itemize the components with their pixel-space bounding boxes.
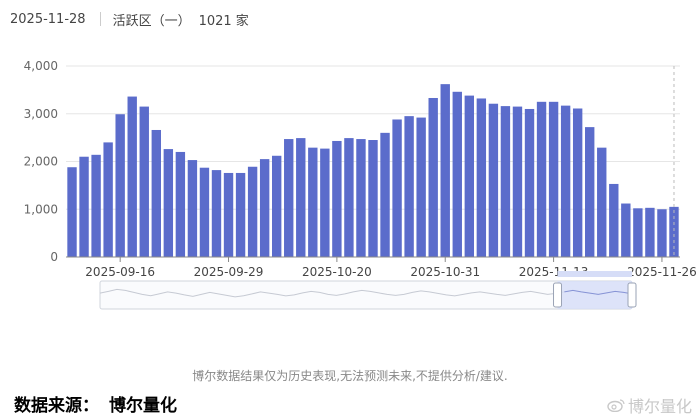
bar	[560, 105, 571, 257]
bar	[296, 138, 306, 257]
disclaimer-text: 博尔数据结果仅为历史表现,无法预测未来,不提供分析/建议.	[192, 369, 508, 383]
bar	[356, 139, 366, 257]
bar	[428, 97, 438, 258]
bar	[139, 106, 149, 258]
watermark: 博尔量化	[607, 393, 692, 417]
bar	[199, 167, 210, 257]
bar	[621, 203, 631, 257]
bar	[380, 132, 390, 257]
bar	[332, 140, 342, 257]
source-name: 博尔量化	[109, 396, 177, 416]
bar	[91, 154, 101, 257]
bar	[524, 108, 535, 257]
bar	[103, 142, 113, 257]
bar	[163, 149, 174, 257]
bar	[404, 116, 414, 257]
x-tick-label: 2025-10-20	[302, 265, 372, 279]
bar	[223, 172, 234, 257]
bar	[211, 170, 222, 257]
bar	[235, 172, 246, 257]
zoom-slider-track	[99, 280, 633, 310]
bar	[187, 160, 198, 257]
bar	[127, 96, 137, 257]
y-tick-label: 3,000	[24, 107, 58, 121]
bar	[452, 91, 462, 257]
x-tick-label: 2025-09-29	[194, 265, 264, 279]
bar	[609, 183, 619, 257]
bar	[585, 127, 595, 258]
bar	[657, 209, 667, 257]
bar	[488, 103, 499, 257]
bar	[320, 148, 330, 257]
x-tick-label: 2025-10-31	[410, 265, 480, 279]
zoom-selected-range	[557, 281, 632, 309]
bar	[645, 207, 655, 257]
bar	[259, 159, 270, 257]
watermark-text: 博尔量化	[627, 397, 692, 416]
bar	[175, 151, 186, 257]
x-tick-label: 2025-11-26	[627, 265, 697, 279]
data-source: 数据来源： 博尔量化	[14, 391, 177, 416]
y-tick-label: 4,000	[24, 59, 58, 73]
weibo-icon	[607, 399, 625, 412]
zoom-handle-right[interactable]	[627, 282, 637, 308]
bar	[416, 117, 426, 257]
bar	[476, 98, 487, 257]
bar	[79, 156, 89, 257]
bar	[151, 129, 161, 257]
bar	[536, 101, 547, 257]
y-tick-label: 2,000	[24, 155, 58, 169]
bar	[284, 139, 294, 257]
bar	[67, 167, 77, 257]
bar	[308, 147, 318, 257]
bar	[633, 208, 643, 257]
bar	[344, 138, 354, 257]
y-tick-label: 1,000	[24, 202, 58, 216]
bar	[247, 166, 258, 257]
bar	[368, 140, 378, 257]
bar	[548, 101, 559, 257]
bar	[512, 106, 523, 258]
bar	[669, 206, 679, 257]
bar	[440, 84, 450, 258]
bar	[500, 106, 511, 257]
bar-chart: 0 1,000 2,000 3,000 4,000 2025-09-16 2025-09-2…	[24, 59, 697, 310]
source-label: 数据来源：	[14, 396, 99, 416]
x-tick-label: 2025-09-16	[85, 265, 155, 279]
bar	[597, 147, 607, 257]
zoom-handle-left[interactable]	[553, 282, 563, 308]
bar	[271, 155, 282, 257]
zoom-range-bar	[557, 271, 632, 277]
y-tick-label: 0	[50, 250, 58, 264]
bar	[115, 114, 125, 257]
bar	[572, 108, 583, 257]
bar	[464, 95, 475, 257]
bar	[392, 119, 402, 257]
